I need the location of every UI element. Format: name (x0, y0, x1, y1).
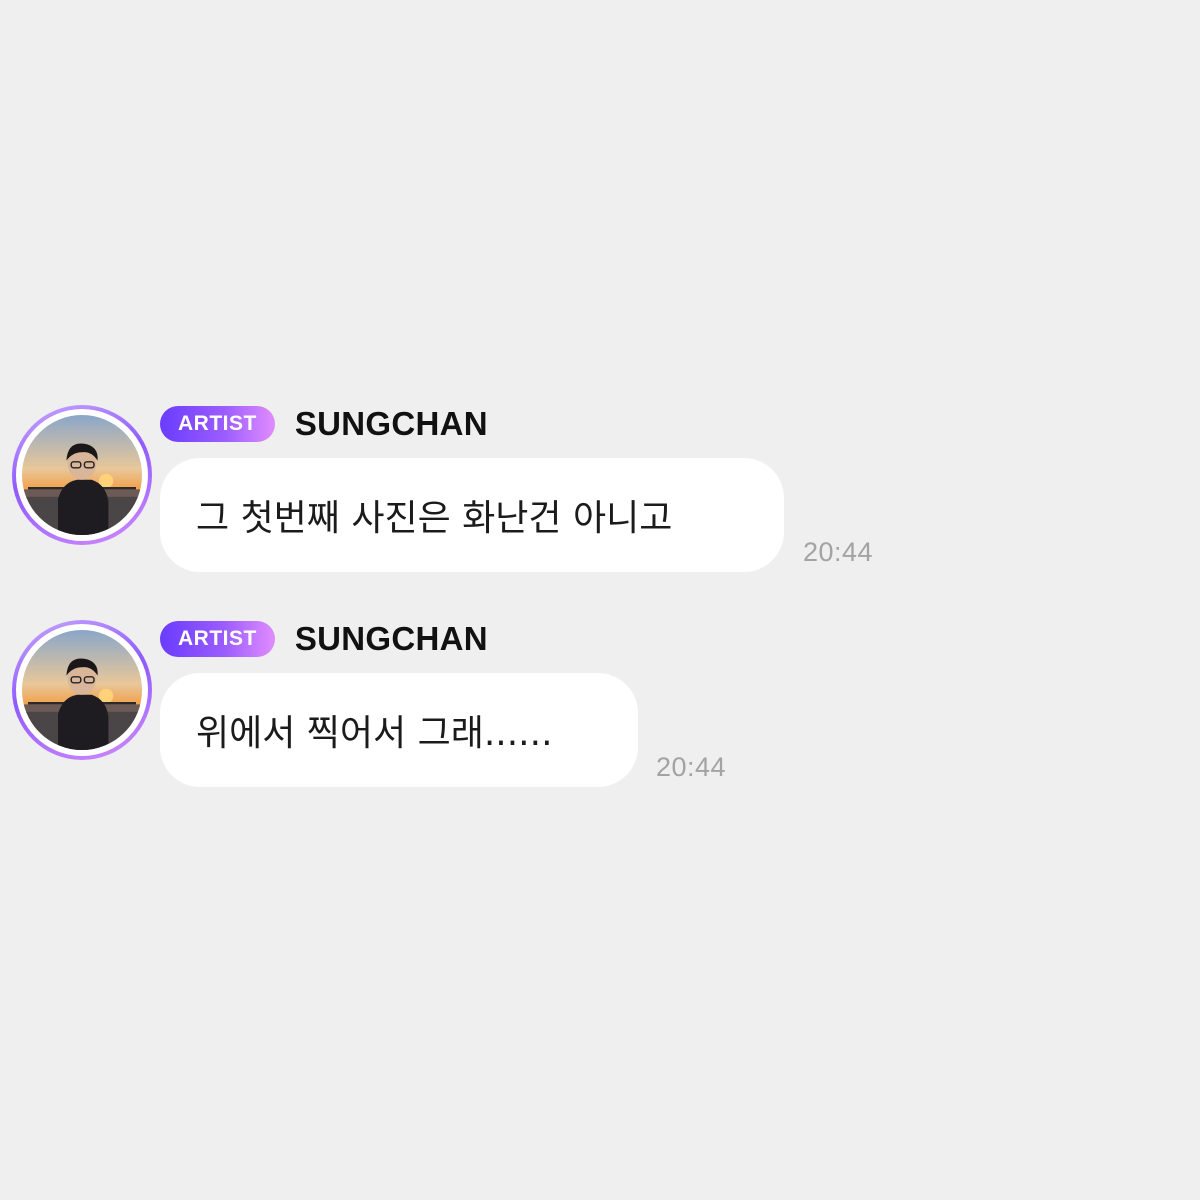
artist-badge: ARTIST (160, 406, 275, 442)
avatar[interactable] (12, 620, 152, 760)
avatar[interactable] (12, 405, 152, 545)
sender-name: SUNGCHAN (294, 405, 488, 442)
message-text: 위에서 찍어서 그래...... (196, 713, 553, 754)
sender-name: SUNGCHAN (294, 620, 488, 657)
message-bubble[interactable]: 그 첫번째 사진은 화난건 아니고 (160, 458, 784, 572)
message-timestamp: 20:44 (803, 537, 874, 567)
message-text: 그 첫번째 사진은 화난건 아니고 (196, 498, 673, 539)
artist-badge: ARTIST (160, 621, 275, 657)
message-bubble[interactable]: 위에서 찍어서 그래...... (160, 673, 638, 787)
message-timestamp: 20:44 (656, 752, 727, 782)
profile-photo-icon (22, 630, 142, 750)
chat-area: ARTIST SUNGCHAN 그 첫번째 사진은 화난건 아니고 20:44 (0, 0, 1200, 1200)
profile-photo-icon (22, 415, 142, 535)
message-row: ARTIST SUNGCHAN 위에서 찍어서 그래...... 20:44 (0, 615, 1200, 805)
message-row: ARTIST SUNGCHAN 그 첫번째 사진은 화난건 아니고 20:44 (0, 400, 1200, 590)
message-header: ARTIST SUNGCHAN (160, 404, 488, 444)
message-header: ARTIST SUNGCHAN (160, 619, 488, 659)
